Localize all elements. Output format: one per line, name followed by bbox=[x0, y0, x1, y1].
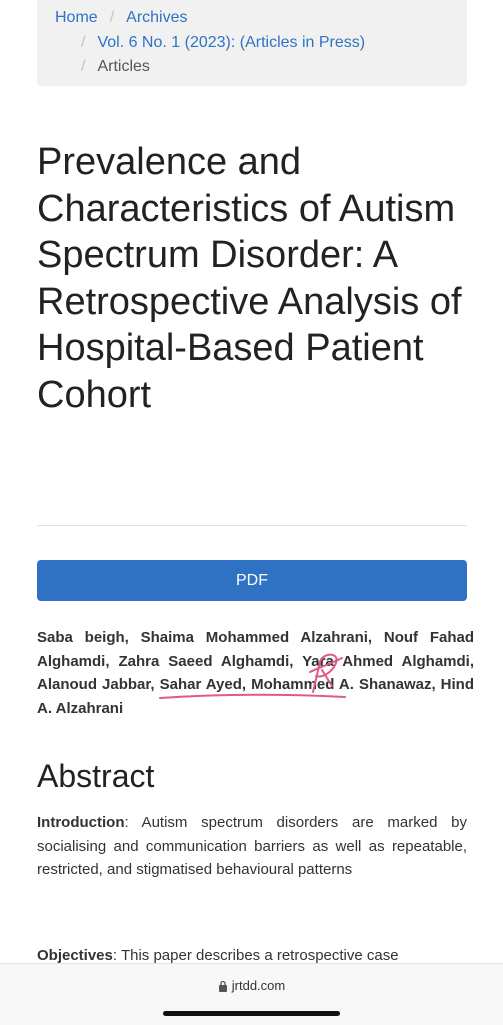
objectives-text: : This paper describes a retrospective c… bbox=[112, 947, 399, 964]
breadcrumb-separator: / bbox=[81, 33, 86, 51]
breadcrumb-current: Articles bbox=[97, 58, 150, 75]
pdf-button[interactable]: PDF bbox=[37, 560, 467, 601]
title-divider bbox=[37, 525, 467, 526]
introduction-label: Introduction bbox=[37, 814, 125, 831]
browser-bottom-bar: jrtdd.com bbox=[0, 963, 503, 1025]
breadcrumb-archives-link[interactable]: Archives bbox=[126, 9, 187, 26]
objectives-label: Objectives bbox=[37, 947, 113, 964]
breadcrumb-home-link[interactable]: Home bbox=[55, 9, 98, 26]
article-title: Prevalence and Characteristics of Autism… bbox=[37, 141, 462, 416]
article-authors: Saba beigh, Shaima Mohammed Alzahrani, N… bbox=[37, 629, 474, 717]
breadcrumb: Home / Archives / Vol. 6 No. 1 (2023): (Art… bbox=[37, 0, 467, 86]
lock-icon bbox=[218, 980, 227, 992]
breadcrumb-separator: / bbox=[81, 58, 86, 75]
home-indicator[interactable] bbox=[163, 1011, 340, 1016]
address-bar[interactable]: jrtdd.com bbox=[0, 978, 503, 993]
url-text: jrtdd.com bbox=[231, 978, 286, 993]
breadcrumb-separator: / bbox=[109, 9, 115, 26]
breadcrumb-issue-link[interactable]: Vol. 6 No. 1 (2023): (Articles in Press) bbox=[97, 34, 365, 51]
abstract-heading: Abstract bbox=[37, 758, 155, 794]
abstract-introduction: Introduction: Autism spectrum disorders … bbox=[37, 811, 467, 882]
